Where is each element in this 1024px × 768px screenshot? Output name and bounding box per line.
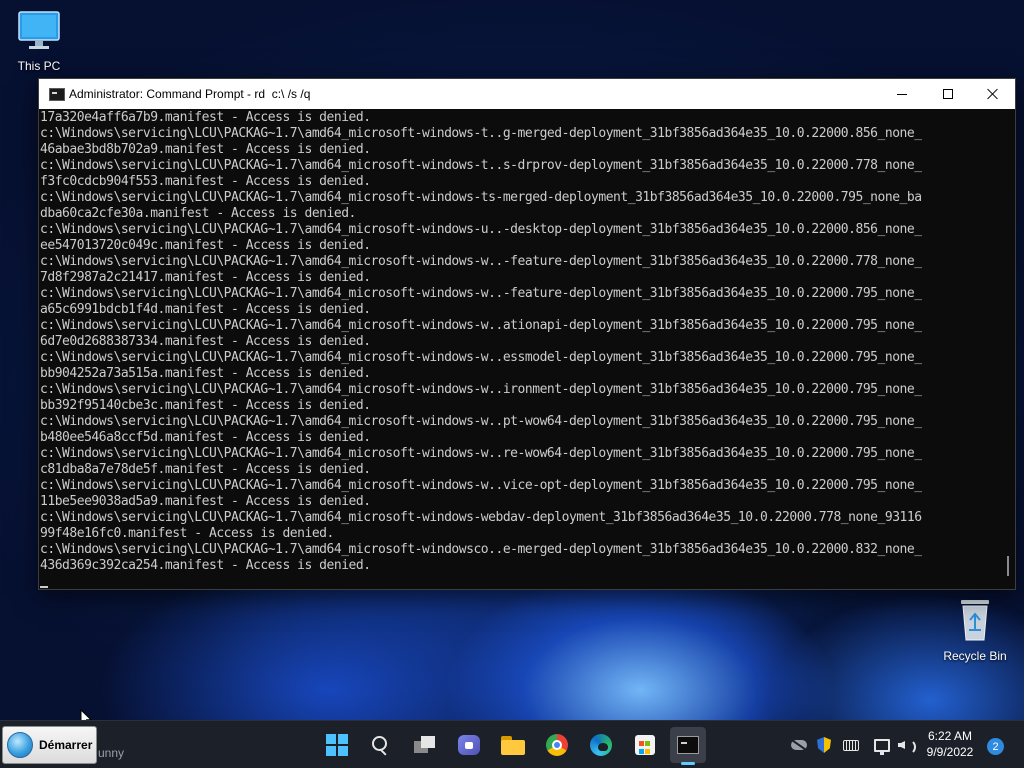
console-line: 11be5ee9038ad5a9.manifest - Access is de…: [40, 494, 371, 509]
desktop-icon-this-pc[interactable]: This PC: [1, 10, 77, 73]
start-orb-icon: [7, 732, 33, 758]
edge-icon: [590, 734, 612, 756]
command-prompt-icon: [49, 88, 65, 101]
console-line: 99f48e16fc0.manifest - Access is denied.: [40, 526, 334, 541]
tray-onedrive[interactable]: [789, 735, 809, 755]
console-line: c:\Windows\servicing\LCU\PACKAG~1.7\amd6…: [40, 254, 922, 269]
desktop-icon-label: This PC: [17, 59, 61, 73]
windows-logo-icon: [326, 734, 348, 756]
console-line: c:\Windows\servicing\LCU\PACKAG~1.7\amd6…: [40, 350, 922, 365]
scrollbar-thumb[interactable]: [1007, 556, 1009, 576]
console-line: c:\Windows\servicing\LCU\PACKAG~1.7\amd6…: [40, 382, 922, 397]
task-view-icon: [414, 736, 436, 754]
console-line: c81dba8a7e78de5f.manifest - Access is de…: [40, 462, 371, 477]
chrome-icon: [546, 734, 568, 756]
tray-volume[interactable]: [897, 735, 917, 755]
taskbar-chrome[interactable]: [539, 727, 575, 763]
console-line: a65c6991bdcb1f4d.manifest - Access is de…: [40, 302, 371, 317]
minimize-button[interactable]: [879, 79, 925, 109]
text-cursor: [40, 586, 48, 588]
onedrive-icon: [791, 740, 807, 750]
network-icon: [874, 738, 890, 755]
console-line: c:\Windows\servicing\LCU\PACKAG~1.7\amd6…: [40, 478, 922, 493]
start-button[interactable]: Démarrer: [2, 726, 97, 764]
store-icon: [635, 735, 655, 755]
console-line: 7d8f2987a2c21417.manifest - Access is de…: [40, 270, 371, 285]
taskbar-file-explorer[interactable]: [495, 727, 531, 763]
console-line: ee547013720c049c.manifest - Access is de…: [40, 238, 371, 253]
folder-icon: [501, 735, 525, 755]
taskbar: Démarrer unny 6:22 AM 9/9/2022 2: [0, 720, 1024, 768]
tray-keyboard[interactable]: [841, 735, 861, 755]
clock-date: 9/9/2022: [926, 745, 974, 759]
taskbar-clock[interactable]: 6:22 AM 9/9/2022: [918, 728, 982, 760]
console-line: 17a320e4aff6a7b9.manifest - Access is de…: [40, 110, 371, 125]
console-line: c:\Windows\servicing\LCU\PACKAG~1.7\amd6…: [40, 510, 922, 525]
command-prompt-window[interactable]: Administrator: Command Prompt - rd c:\ /…: [38, 78, 1016, 590]
console-line: bb904252a73a515a.manifest - Access is de…: [40, 366, 371, 381]
maximize-icon: [943, 89, 953, 99]
active-app-indicator: [681, 762, 695, 765]
clock-time: 6:22 AM: [927, 729, 973, 743]
tray-network[interactable]: [872, 735, 892, 755]
tray-security[interactable]: [814, 735, 834, 755]
taskbar-command-prompt[interactable]: [670, 727, 706, 765]
console-line: c:\Windows\servicing\LCU\PACKAG~1.7\amd6…: [40, 318, 922, 333]
console-line: 46abae3bd8b702a9.manifest - Access is de…: [40, 142, 371, 157]
console-line: f3fc0cdcb904f553.manifest - Access is de…: [40, 174, 371, 189]
console-output[interactable]: 17a320e4aff6a7b9.manifest - Access is de…: [40, 110, 1000, 586]
desktop-icon-label: Recycle Bin: [943, 649, 1007, 663]
keyboard-icon: [843, 739, 859, 751]
security-shield-icon: [817, 737, 831, 753]
console-line: dba60ca2cfe30a.manifest - Access is deni…: [40, 206, 356, 221]
notification-badge[interactable]: 2: [987, 738, 1004, 755]
taskbar-store[interactable]: [627, 727, 663, 763]
desktop-icon-recycle-bin[interactable]: Recycle Bin: [937, 596, 1013, 663]
console-line: c:\Windows\servicing\LCU\PACKAG~1.7\amd6…: [40, 414, 922, 429]
volume-icon: [898, 738, 916, 755]
taskbar-chat[interactable]: [451, 727, 487, 763]
taskbar-edge[interactable]: [583, 727, 619, 763]
close-button[interactable]: [970, 79, 1016, 109]
console-line: b480ee546a8ccf5d.manifest - Access is de…: [40, 430, 371, 445]
monitor-icon: [18, 11, 60, 49]
console-line: c:\Windows\servicing\LCU\PACKAG~1.7\amd6…: [40, 286, 922, 301]
console-line: bb392f95140cbe3c.manifest - Access is de…: [40, 398, 371, 413]
search-icon: [371, 735, 391, 755]
console-scrollbar[interactable]: [1001, 110, 1015, 588]
taskbar-task-view[interactable]: [407, 727, 443, 763]
console-line: c:\Windows\servicing\LCU\PACKAG~1.7\amd6…: [40, 542, 922, 557]
window-title: Administrator: Command Prompt - rd c:\ /…: [69, 87, 311, 101]
taskbar-start-menu[interactable]: [319, 727, 355, 763]
recycle-bin-icon: [961, 600, 989, 641]
maximize-button[interactable]: [925, 79, 971, 109]
window-titlebar[interactable]: Administrator: Command Prompt - rd c:\ /…: [39, 79, 1015, 109]
close-icon: [987, 88, 999, 100]
console-line: 436d369c392ca254.manifest - Access is de…: [40, 558, 371, 573]
console-line: c:\Windows\servicing\LCU\PACKAG~1.7\amd6…: [40, 126, 922, 141]
chat-icon: [458, 735, 480, 755]
taskbar-search[interactable]: [363, 727, 399, 763]
taskbar-stray-text: unny: [98, 746, 125, 760]
start-button-label: Démarrer: [39, 738, 93, 752]
terminal-icon: [677, 736, 699, 754]
minimize-icon: [897, 93, 907, 95]
console-line: c:\Windows\servicing\LCU\PACKAG~1.7\amd6…: [40, 222, 922, 237]
console-line: c:\Windows\servicing\LCU\PACKAG~1.7\amd6…: [40, 446, 922, 461]
console-line: c:\Windows\servicing\LCU\PACKAG~1.7\amd6…: [40, 190, 922, 205]
console-line: 6d7e0d2688387334.manifest - Access is de…: [40, 334, 371, 349]
console-line: c:\Windows\servicing\LCU\PACKAG~1.7\amd6…: [40, 158, 922, 173]
